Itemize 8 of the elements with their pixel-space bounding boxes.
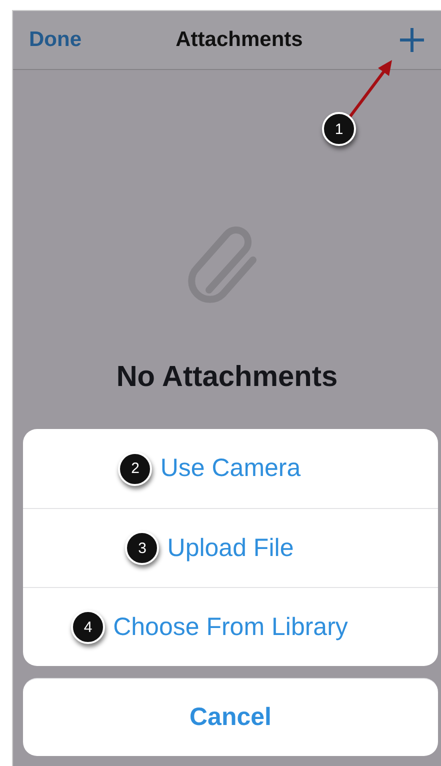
callout-badge: 2 [118, 452, 152, 486]
screen-title: Attachments [176, 28, 303, 52]
callout-badge: 4 [71, 610, 106, 644]
action-option[interactable]: 2 Use Camera [23, 429, 438, 508]
empty-title: No Attachments [116, 361, 338, 394]
action-option[interactable]: 4 Choose From Library [23, 587, 438, 666]
action-option[interactable]: 3 Upload File [23, 508, 438, 587]
callout-badge: 3 [125, 531, 160, 565]
